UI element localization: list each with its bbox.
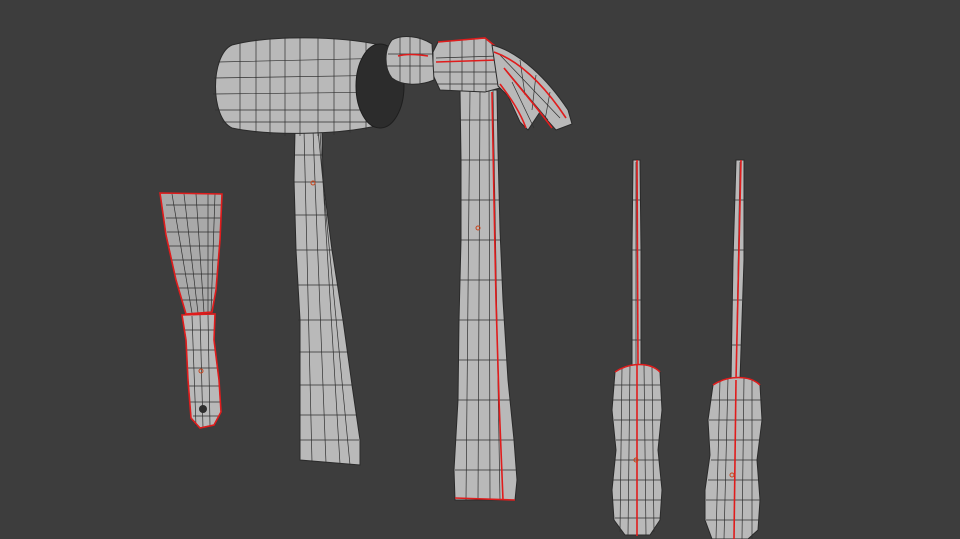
scene-canvas (159, 36, 763, 539)
mallet-icon[interactable] (212, 37, 405, 466)
claw-hammer-icon[interactable] (385, 36, 573, 501)
screwdriver-icon[interactable] (611, 159, 663, 536)
putty-knife-icon[interactable] (159, 192, 223, 429)
screwdriver-icon[interactable] (704, 159, 763, 539)
3d-viewport[interactable] (0, 0, 960, 539)
